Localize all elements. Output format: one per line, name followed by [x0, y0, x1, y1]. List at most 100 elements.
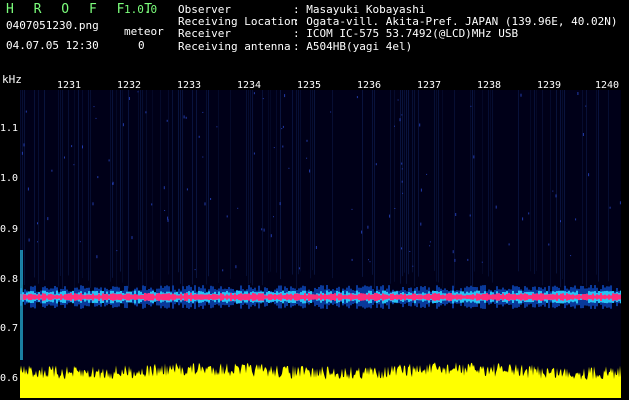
band-core [332, 294, 334, 300]
band-core [418, 294, 420, 300]
band-core [388, 295, 390, 299]
band-core [510, 294, 512, 300]
noise-dot [282, 125, 284, 128]
noise-streak [332, 90, 333, 279]
band-core [134, 294, 136, 300]
band-core [476, 293, 478, 301]
band-core [514, 294, 516, 301]
noise-streak [562, 90, 563, 280]
band-core [620, 294, 621, 300]
noise-streak [268, 90, 269, 273]
band-core [128, 293, 130, 301]
noise-streak [208, 90, 209, 277]
noise-dot [429, 245, 431, 247]
band-core [490, 294, 492, 300]
noise-streak [58, 90, 59, 287]
noise-dot [575, 218, 577, 221]
band-core [540, 293, 542, 301]
band-core [334, 293, 336, 301]
band-core [352, 294, 354, 300]
band-core [534, 294, 536, 300]
band-core [264, 295, 266, 299]
noise-dot [28, 238, 30, 242]
noise-dot [116, 250, 118, 252]
band-core [204, 294, 206, 300]
band-core [164, 293, 166, 301]
noise-dot [166, 119, 168, 122]
band-core [436, 293, 438, 301]
band-core [58, 295, 60, 299]
noise-streak [218, 90, 219, 283]
band-core [550, 294, 552, 300]
noise-streak [138, 90, 139, 271]
band-core [406, 295, 408, 299]
band-core [142, 294, 144, 300]
band-core [274, 294, 276, 300]
band-core [112, 293, 114, 301]
band-core [242, 294, 244, 300]
band-core [546, 294, 548, 300]
band-core [496, 293, 498, 301]
meteor-count: 0 [138, 39, 145, 52]
noise-dot [402, 192, 404, 194]
band-core [518, 294, 520, 300]
band-core [446, 293, 448, 301]
band-core [544, 294, 546, 300]
noise-streak [246, 90, 247, 276]
band-core [486, 293, 488, 301]
band-core [564, 295, 566, 299]
noise-streak [178, 90, 179, 273]
band-core [366, 294, 368, 300]
noise-streak [250, 90, 251, 284]
band-core [228, 295, 230, 299]
noise-streak [34, 90, 35, 278]
band-core [416, 295, 418, 300]
noise-dot [263, 228, 265, 232]
band-core [258, 293, 260, 301]
band-core [236, 295, 238, 299]
noise-dot [367, 225, 369, 229]
band-core [98, 293, 100, 301]
band-core [24, 294, 26, 300]
noise-dot [361, 230, 363, 234]
band-core [344, 295, 346, 299]
band-core [340, 293, 342, 301]
metadata-value: : A504HB(yagi 4el) [293, 39, 413, 53]
band-core [200, 294, 202, 300]
band-core [170, 294, 172, 300]
band-core [100, 295, 102, 299]
band-core [104, 294, 106, 300]
band-core [252, 293, 254, 301]
y-tick-label: 0.6 [0, 373, 19, 384]
noise-streak [404, 90, 405, 273]
band-core [412, 293, 414, 301]
band-core [350, 293, 352, 301]
band-core [52, 294, 54, 300]
band-core [562, 293, 564, 301]
band-core [76, 294, 78, 301]
band-core [122, 295, 124, 299]
noise-streak [122, 90, 123, 283]
noise-dot [389, 214, 391, 218]
file-name: 0407051230.png [6, 19, 99, 32]
band-core [408, 295, 410, 299]
band-core [538, 294, 540, 300]
band-core [38, 293, 40, 301]
noise-streak [90, 90, 91, 289]
noise-dot [95, 117, 97, 119]
noise-dot [585, 105, 587, 107]
band-core [202, 294, 204, 300]
noise-streak [270, 90, 271, 272]
band-core [430, 295, 432, 299]
noise-dot [577, 92, 579, 95]
band-core [222, 294, 224, 300]
band-core [558, 295, 560, 299]
noise-streak [472, 90, 473, 289]
band-core [74, 293, 76, 301]
noise-dot [164, 210, 166, 211]
band-core [86, 294, 88, 300]
noise-dot [467, 258, 469, 261]
band-core [606, 295, 608, 299]
noise-dot [495, 205, 497, 209]
metadata-row-antenna: Receiving antenna : A504HB(yagi 4el) [178, 39, 618, 53]
